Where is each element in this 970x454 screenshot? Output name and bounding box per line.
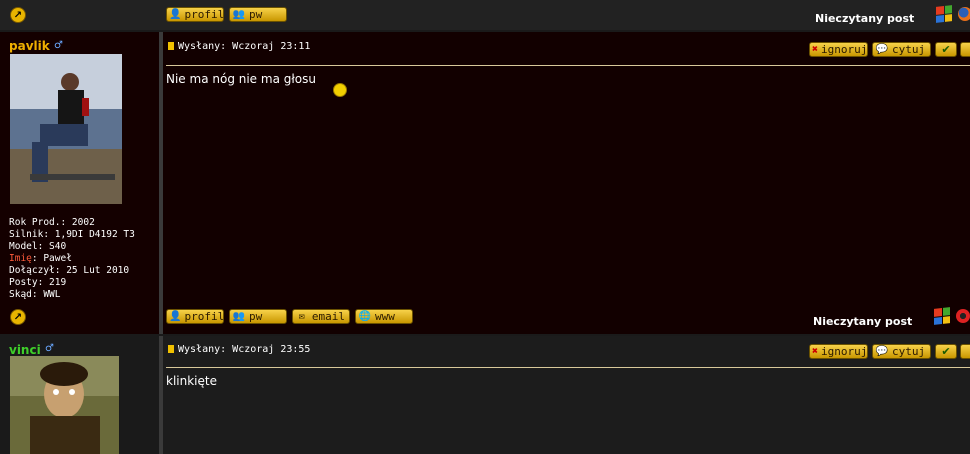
envelope-icon: ✉ bbox=[298, 311, 305, 322]
post-pavlik: pavlik ♂ Rok Prod.: 2002 Silnik: 1,9DI D… bbox=[0, 32, 970, 334]
accept-button[interactable]: ✔ bbox=[935, 344, 957, 359]
profile-model: Model: S40 bbox=[9, 241, 67, 252]
post-header: Wysłany: Wczoraj 23:11 bbox=[168, 41, 310, 52]
pm-button-label: pw bbox=[249, 8, 263, 21]
pm-button-label: pw bbox=[249, 310, 263, 323]
profile-button[interactable]: 👤 profil bbox=[166, 7, 224, 22]
ignore-button-label: ignoruj bbox=[821, 345, 868, 358]
post-link-icon[interactable] bbox=[168, 345, 174, 353]
windows-os-icon bbox=[934, 307, 950, 325]
unread-post-label: Nieczytany post bbox=[813, 315, 913, 328]
profile-silnik: Silnik: 1,9DI D4192 T3 bbox=[9, 229, 135, 240]
post-vinci: vinci ♂ Wysłany: Wczoraj 23:55 ✖ ignoruj … bbox=[0, 336, 970, 454]
post-separator-line bbox=[166, 65, 970, 66]
pacman-smiley-icon bbox=[333, 83, 347, 97]
post-link-icon[interactable] bbox=[168, 42, 174, 50]
users-icon: 👥 bbox=[232, 311, 246, 322]
user-icon: 👤 bbox=[169, 9, 182, 20]
post-header: Wysłany: Wczoraj 23:55 bbox=[168, 344, 310, 355]
ignore-button[interactable]: ✖ ignoruj bbox=[809, 344, 868, 359]
avatar bbox=[10, 356, 119, 454]
quote-button-label: cytuj bbox=[892, 43, 926, 56]
post-separator-line bbox=[166, 367, 970, 368]
male-gender-icon: ♂ bbox=[54, 40, 63, 51]
profile-button[interactable]: 👤 profil bbox=[166, 309, 224, 324]
windows-os-icon bbox=[936, 5, 952, 23]
post-message: Nie ma nóg nie ma głosu bbox=[166, 72, 316, 86]
accept-button[interactable]: ✔ bbox=[935, 42, 957, 57]
ignore-user-icon: ✖ bbox=[812, 346, 819, 357]
globe-icon: 🌐 bbox=[358, 311, 372, 322]
username[interactable]: pavlik bbox=[9, 39, 50, 53]
quote-button[interactable]: 💬 cytuj bbox=[872, 42, 931, 57]
www-button-label: www bbox=[375, 310, 395, 323]
quote-icon: 💬 bbox=[875, 346, 889, 357]
profile-posty: Posty: 219 bbox=[9, 277, 67, 288]
post-date: Wysłany: Wczoraj 23:11 bbox=[178, 41, 311, 52]
quote-button-label: cytuj bbox=[892, 345, 926, 358]
more-button[interactable] bbox=[960, 344, 970, 359]
post-date: Wysłany: Wczoraj 23:55 bbox=[178, 344, 311, 355]
username[interactable]: vinci bbox=[9, 343, 41, 357]
firefox-browser-icon bbox=[958, 7, 970, 21]
users-icon: 👥 bbox=[232, 9, 246, 20]
ignore-button[interactable]: ✖ ignoruj bbox=[809, 42, 868, 57]
quote-icon: 💬 bbox=[875, 44, 889, 55]
male-gender-icon: ♂ bbox=[45, 343, 54, 354]
email-button-label: email bbox=[311, 310, 345, 323]
more-button[interactable] bbox=[960, 42, 970, 57]
ignore-button-label: ignoruj bbox=[821, 43, 868, 56]
profile-dolaczyl: Dołączył: 25 Lut 2010 bbox=[9, 265, 130, 276]
profile-rok: Rok Prod.: 2002 bbox=[9, 217, 95, 228]
avatar bbox=[10, 54, 122, 204]
www-button[interactable]: 🌐 www bbox=[355, 309, 413, 324]
profile-skad: Skąd: WWL bbox=[9, 289, 61, 300]
email-button[interactable]: ✉ email bbox=[292, 309, 350, 324]
pm-button[interactable]: 👥 pw bbox=[229, 309, 287, 324]
profile-button-label: profil bbox=[184, 8, 225, 21]
profile-button-label: profil bbox=[184, 310, 225, 323]
scroll-up-icon[interactable]: ↗ bbox=[10, 309, 26, 325]
profile-imie: Imię: Paweł bbox=[9, 253, 135, 265]
quote-button[interactable]: 💬 cytuj bbox=[872, 344, 931, 359]
post-message: klinkięte bbox=[166, 374, 217, 388]
ignore-user-icon: ✖ bbox=[812, 44, 819, 55]
unread-post-label: Nieczytany post bbox=[815, 12, 915, 25]
author-profile-info: Rok Prod.: 2002 Silnik: 1,9DI D4192 T3 M… bbox=[9, 217, 135, 301]
profile-imie-key: Imię bbox=[9, 253, 32, 264]
opera-browser-icon bbox=[956, 309, 970, 323]
pm-button[interactable]: 👥 pw bbox=[229, 7, 287, 22]
user-icon: 👤 bbox=[169, 311, 182, 322]
scroll-up-icon[interactable]: ↗ bbox=[10, 7, 26, 23]
profile-imie-value: : Paweł bbox=[31, 253, 72, 264]
top-footer-bar: ↗ 👤 profil 👥 pw Nieczytany post bbox=[0, 0, 970, 30]
